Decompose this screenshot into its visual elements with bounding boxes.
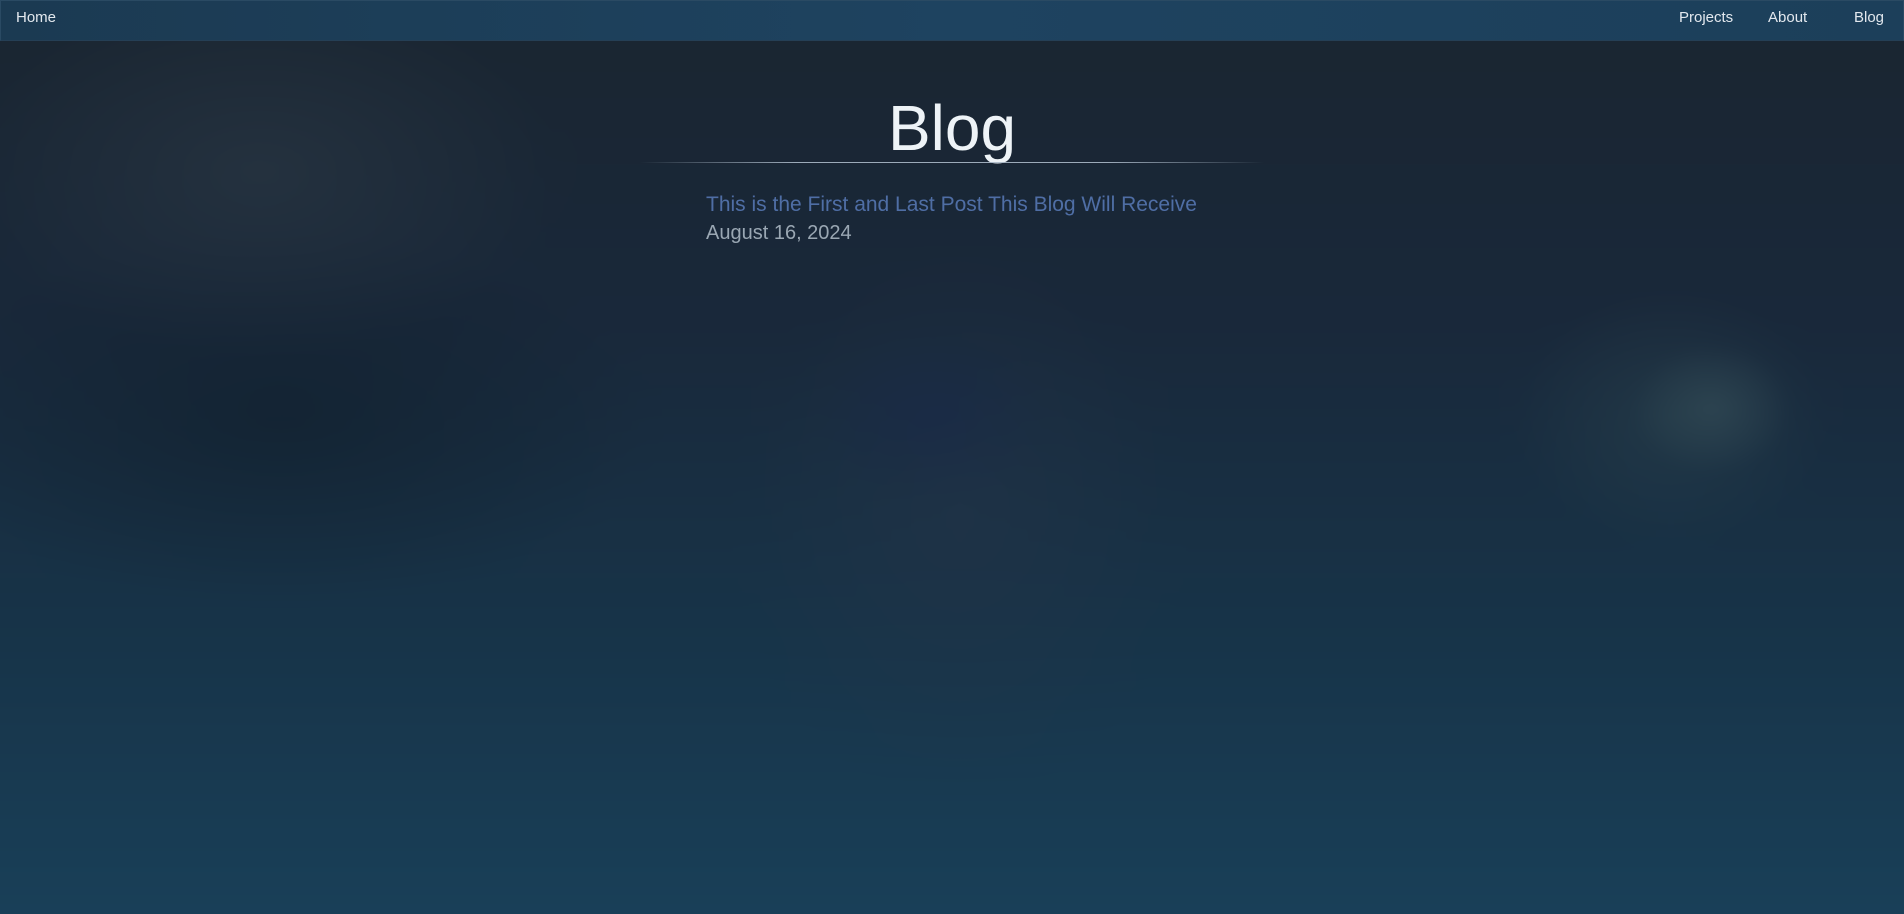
nav-home-link[interactable]: Home bbox=[16, 10, 56, 25]
list-item: This is the First and Last Post This Blo… bbox=[706, 192, 1406, 246]
post-date: August 16, 2024 bbox=[706, 222, 852, 244]
title-divider bbox=[640, 162, 1264, 163]
top-nav-bar: Home Projects About Blog bbox=[0, 0, 1904, 41]
page-title: Blog bbox=[887, 92, 1017, 164]
post-title-link[interactable]: This is the First and Last Post This Blo… bbox=[706, 192, 1406, 218]
nav-blog-link[interactable]: Blog bbox=[1854, 10, 1884, 25]
main-content: Blog This is the First and Last Post Thi… bbox=[0, 39, 1904, 914]
post-list: This is the First and Last Post This Blo… bbox=[706, 192, 1406, 246]
nav-projects-link[interactable]: Projects bbox=[1679, 10, 1733, 25]
nav-about-link[interactable]: About bbox=[1768, 10, 1807, 25]
